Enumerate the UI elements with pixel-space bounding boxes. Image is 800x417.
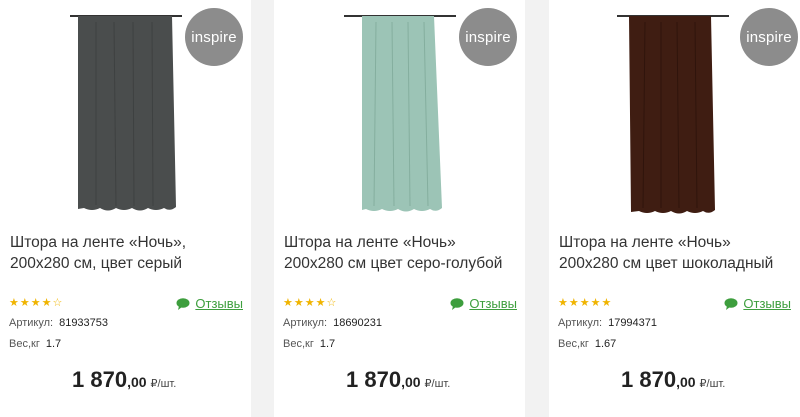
article-row: Артикул: 81933753 (9, 317, 108, 329)
speech-bubble-icon (724, 297, 738, 310)
reviews-label[interactable]: Отзывы (195, 296, 243, 311)
product-title-line1[interactable]: Штора на ленте «Ночь» (284, 232, 519, 253)
inspire-badge: inspire (185, 8, 243, 66)
price-main: 1 870 (72, 367, 128, 392)
reviews-link[interactable]: Отзывы (450, 296, 517, 311)
product-image[interactable]: inspire (274, 0, 525, 218)
inspire-badge: inspire (740, 8, 798, 66)
product-card[interactable]: inspire Штора на ленте «Ночь», 200х280 с… (0, 0, 251, 417)
weight-value: 1.67 (594, 338, 617, 350)
product-title-line1[interactable]: Штора на ленте «Ночь» (559, 232, 794, 253)
price-cents: ,00 (401, 374, 421, 390)
speech-bubble-icon (176, 297, 190, 310)
article-label: Артикул: (9, 317, 54, 329)
price: 1 870,00 ₽/шт. (346, 367, 450, 393)
speech-bubble-icon (450, 297, 464, 310)
price-cents: ,00 (127, 374, 147, 390)
price: 1 870,00 ₽/шт. (72, 367, 176, 393)
product-title[interactable]: Штора на ленте «Ночь», 200х280 см, цвет … (10, 232, 245, 274)
rating-stars: ★★★★☆ (9, 297, 64, 309)
curtain-body (78, 16, 176, 211)
article-value: 17994371 (608, 317, 658, 329)
weight-label: Вес,кг (9, 338, 40, 350)
product-image[interactable]: inspire (0, 0, 251, 218)
weight-label: Вес,кг (558, 338, 589, 350)
product-title[interactable]: Штора на ленте «Ночь» 200х280 см цвет шо… (559, 232, 794, 274)
article-row: Артикул: 18690231 (283, 317, 382, 329)
price-main: 1 870 (621, 367, 677, 392)
article-value: 18690231 (333, 317, 383, 329)
product-grid: inspire Штора на ленте «Ночь», 200х280 с… (0, 0, 800, 417)
rating-stars: ★★★★☆ (283, 297, 338, 309)
product-title-line2[interactable]: 200х280 см цвет серо-голубой (284, 253, 519, 274)
product-card[interactable]: inspire Штора на ленте «Ночь» 200х280 см… (549, 0, 800, 417)
product-image[interactable]: inspire (549, 0, 800, 218)
price-cents: ,00 (676, 374, 696, 390)
inspire-badge: inspire (459, 8, 517, 66)
product-title-line2[interactable]: 200х280 см, цвет серый (10, 253, 245, 274)
price-unit: ₽/шт. (424, 378, 451, 390)
reviews-link[interactable]: Отзывы (724, 296, 791, 311)
weight-value: 1.7 (45, 338, 62, 350)
reviews-label[interactable]: Отзывы (743, 296, 791, 311)
weight-row: Вес,кг 1.67 (558, 338, 616, 350)
price-main: 1 870 (346, 367, 402, 392)
product-card[interactable]: inspire Штора на ленте «Ночь» 200х280 см… (274, 0, 525, 417)
rating-stars: ★★★★★ (558, 297, 613, 309)
curtain-body (629, 16, 715, 214)
weight-row: Вес,кг 1.7 (9, 338, 61, 350)
weight-row: Вес,кг 1.7 (283, 338, 335, 350)
price-unit: ₽/шт. (150, 378, 177, 390)
article-label: Артикул: (283, 317, 328, 329)
weight-label: Вес,кг (283, 338, 314, 350)
product-title-line2[interactable]: 200х280 см цвет шоколадный (559, 253, 794, 274)
price-unit: ₽/шт. (699, 378, 726, 390)
article-value: 81933753 (59, 317, 109, 329)
article-row: Артикул: 17994371 (558, 317, 657, 329)
article-label: Артикул: (558, 317, 603, 329)
price: 1 870,00 ₽/шт. (621, 367, 725, 393)
product-title[interactable]: Штора на ленте «Ночь» 200х280 см цвет се… (284, 232, 519, 274)
reviews-link[interactable]: Отзывы (176, 296, 243, 311)
reviews-label[interactable]: Отзывы (469, 296, 517, 311)
product-title-line1[interactable]: Штора на ленте «Ночь», (10, 232, 245, 253)
weight-value: 1.7 (319, 338, 336, 350)
